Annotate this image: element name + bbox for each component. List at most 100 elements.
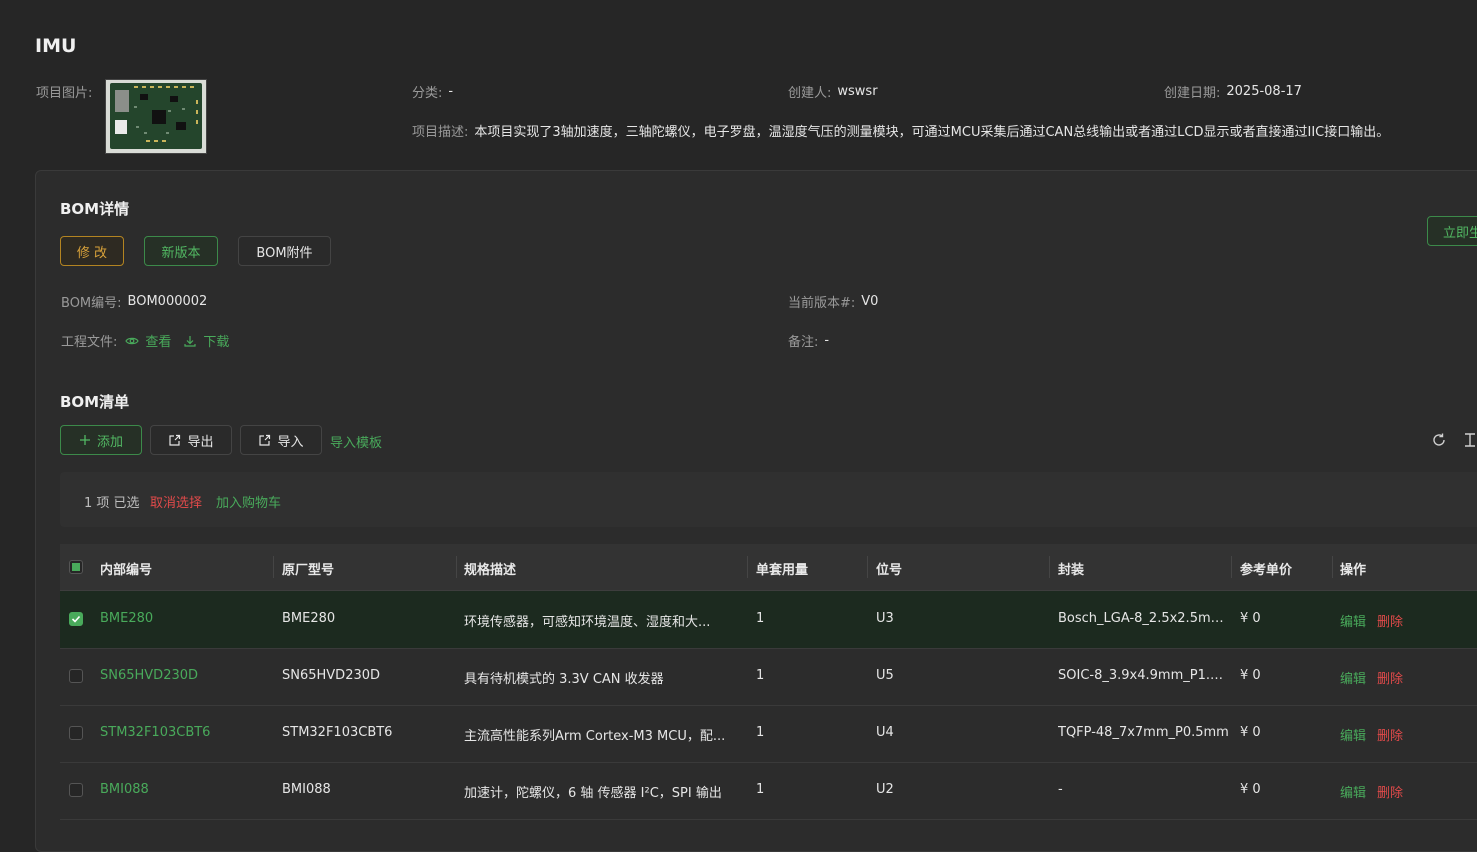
- column-settings-icon[interactable]: [1463, 432, 1477, 448]
- mfr-part-cell: BME280: [282, 611, 336, 626]
- check-icon: [71, 615, 81, 623]
- column-header-price[interactable]: 参考单价: [1240, 559, 1292, 578]
- description-cell: 加速计，陀螺仪，6 轴 传感器 I²C，SPI 输出: [464, 786, 722, 801]
- bom-no-field: BOM编号: BOM000002: [61, 292, 207, 311]
- column-header-internal-no[interactable]: 内部编号: [100, 559, 152, 578]
- row-checkbox[interactable]: [69, 783, 83, 797]
- selection-count: 1 项 已选: [84, 496, 140, 511]
- select-all-checkbox[interactable]: [69, 560, 83, 574]
- export-label: 导出: [187, 434, 214, 450]
- remark-label: 备注:: [788, 335, 819, 350]
- column-divider: [1231, 556, 1232, 578]
- row-checkbox[interactable]: [69, 669, 83, 683]
- generate-label: 立即生: [1443, 225, 1477, 241]
- bom-no-label: BOM编号:: [61, 296, 122, 311]
- creator-field: 创建人: wswsr: [788, 82, 878, 101]
- column-header-description[interactable]: 规格描述: [464, 559, 516, 578]
- package-cell: TQFP-48_7x7mm_P0.5mm: [1058, 725, 1229, 740]
- version-field: 当前版本#: V0: [788, 292, 878, 311]
- mfr-part-cell: BMI088: [282, 782, 331, 797]
- export-icon: [169, 434, 181, 446]
- column-header-mfr-part[interactable]: 原厂型号: [282, 559, 334, 578]
- project-file-label: 工程文件:: [61, 335, 118, 350]
- delete-row-link[interactable]: 删除: [1377, 725, 1403, 744]
- page-title: IMU: [35, 35, 77, 57]
- qty-cell: 1: [756, 782, 765, 797]
- add-to-cart-link[interactable]: 加入购物车: [216, 492, 281, 511]
- category-value: -: [448, 84, 454, 99]
- qty-cell: 1: [756, 668, 765, 683]
- download-file-link[interactable]: 下载: [183, 331, 229, 350]
- category-field: 分类: -: [412, 82, 453, 101]
- generate-button[interactable]: 立即生: [1427, 216, 1477, 246]
- delete-row-link[interactable]: 删除: [1377, 782, 1403, 801]
- table-row[interactable]: BME280 BME280 环境传感器，可感知环境温度、湿度和大... 1 U3…: [60, 591, 1477, 649]
- table-header: 内部编号 原厂型号 规格描述 单套用量 位号 封装 参考单价 操作: [60, 544, 1477, 591]
- project-image[interactable]: [105, 79, 207, 154]
- view-file-link[interactable]: 查看: [125, 331, 171, 350]
- refresh-icon[interactable]: [1431, 432, 1447, 448]
- qty-cell: 1: [756, 725, 765, 740]
- version-value: V0: [861, 294, 879, 309]
- table-row[interactable]: BMI088 BMI088 加速计，陀螺仪，6 轴 传感器 I²C，SPI 输出…: [60, 762, 1477, 820]
- package-cell: Bosch_LGA-8_2.5x2.5mm...: [1058, 611, 1230, 626]
- row-checkbox[interactable]: [69, 726, 83, 740]
- internal-no-link[interactable]: BME280: [100, 611, 270, 626]
- new-version-label: 新版本: [161, 245, 201, 261]
- created-date-label: 创建日期:: [1164, 86, 1221, 101]
- bom-detail-title: BOM详情: [60, 200, 130, 218]
- creator-label: 创建人:: [788, 86, 832, 101]
- edit-row-link[interactable]: 编辑: [1340, 668, 1366, 687]
- ref-cell: U5: [876, 668, 894, 683]
- row-checkbox[interactable]: [69, 612, 83, 626]
- ref-cell: U3: [876, 611, 894, 626]
- project-image-label-row: 项目图片:: [36, 82, 92, 101]
- column-header-qty[interactable]: 单套用量: [756, 559, 808, 578]
- new-version-button[interactable]: 新版本: [144, 236, 218, 266]
- delete-row-link[interactable]: 删除: [1377, 611, 1403, 630]
- column-header-package[interactable]: 封装: [1058, 559, 1084, 578]
- table-row[interactable]: SN65HVD230D SN65HVD230D 具有待机模式的 3.3V CAN…: [60, 648, 1477, 706]
- import-template-link[interactable]: 导入模板: [330, 432, 382, 451]
- created-date-field: 创建日期: 2025-08-17: [1164, 82, 1302, 101]
- edit-row-link[interactable]: 编辑: [1340, 725, 1366, 744]
- internal-no-link[interactable]: STM32F103CBT6: [100, 725, 270, 740]
- column-header-ref[interactable]: 位号: [876, 559, 902, 578]
- bom-list-title: BOM清单: [60, 393, 130, 411]
- bom-no-value: BOM000002: [127, 294, 208, 309]
- description-field: 项目描述: 本项目实现了3轴加速度，三轴陀螺仪，电子罗盘，温湿度气压的测量模块，…: [412, 121, 1389, 140]
- delete-row-link[interactable]: 删除: [1377, 668, 1403, 687]
- internal-no-link[interactable]: SN65HVD230D: [100, 668, 270, 683]
- cancel-selection-link[interactable]: 取消选择: [150, 492, 202, 511]
- import-button[interactable]: 导入: [240, 425, 322, 455]
- edit-bom-button[interactable]: 修 改: [60, 236, 124, 266]
- edit-row-link[interactable]: 编辑: [1340, 782, 1366, 801]
- table-row[interactable]: STM32F103CBT6 STM32F103CBT6 主流高性能系列Arm C…: [60, 705, 1477, 763]
- bom-attachments-button[interactable]: BOM附件: [238, 236, 331, 266]
- category-label: 分类:: [412, 86, 443, 101]
- edit-row-link[interactable]: 编辑: [1340, 611, 1366, 630]
- column-divider: [1332, 556, 1333, 578]
- column-divider: [1049, 556, 1050, 578]
- package-cell: -: [1058, 782, 1063, 797]
- column-header-actions: 操作: [1340, 563, 1367, 578]
- pcb-image: [106, 80, 206, 153]
- price-cell: ¥ 0: [1240, 668, 1261, 683]
- add-label: 添加: [96, 434, 123, 450]
- internal-no-link[interactable]: BMI088: [100, 782, 270, 797]
- eye-icon: [125, 337, 140, 344]
- project-image-label: 项目图片:: [36, 86, 93, 101]
- remark-value: -: [824, 333, 830, 348]
- remark-field: 备注: -: [788, 331, 829, 350]
- add-button[interactable]: 添加: [60, 425, 142, 455]
- import-label: 导入: [277, 434, 304, 450]
- column-divider: [456, 556, 457, 578]
- bom-attachments-label: BOM附件: [256, 245, 313, 261]
- download-file-label: 下载: [203, 335, 230, 350]
- column-divider: [747, 556, 748, 578]
- view-file-label: 查看: [145, 335, 172, 350]
- export-button[interactable]: 导出: [150, 425, 232, 455]
- price-cell: ¥ 0: [1240, 725, 1261, 740]
- package-cell: SOIC-8_3.9x4.9mm_P1.27...: [1058, 668, 1230, 683]
- column-divider: [867, 556, 868, 578]
